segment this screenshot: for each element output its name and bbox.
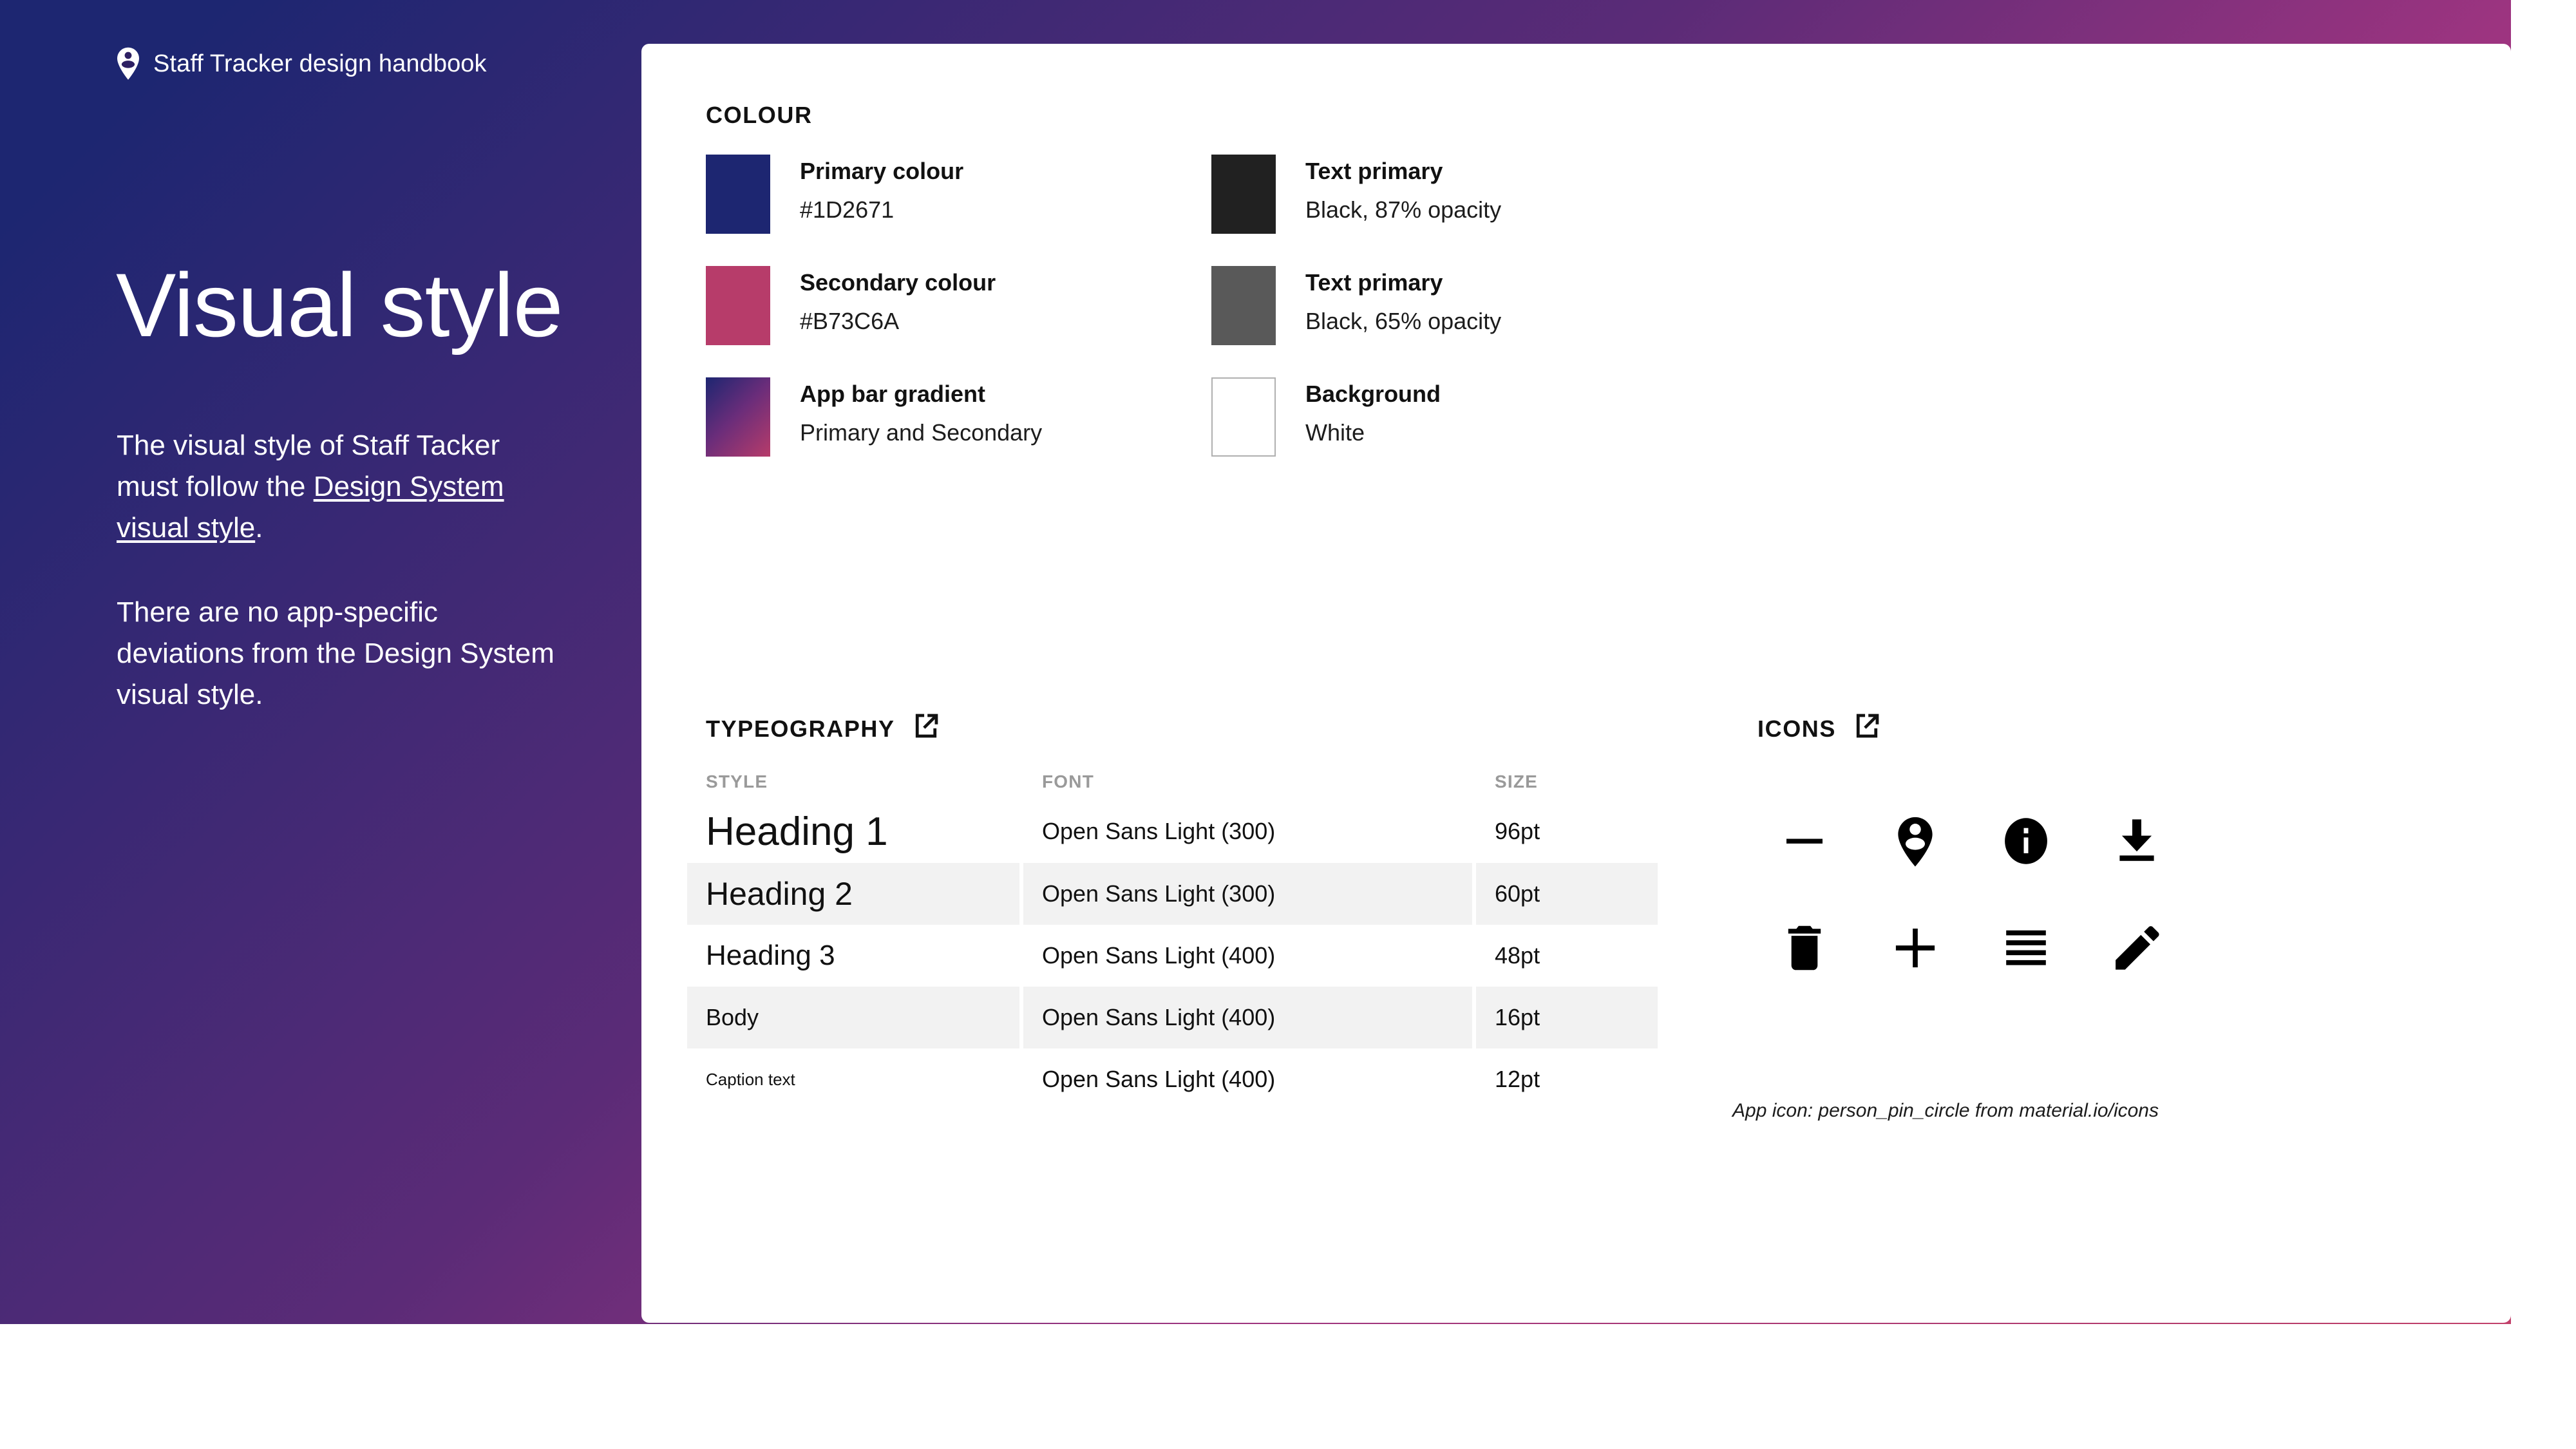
- column-header-style: STYLE: [706, 772, 768, 791]
- remove-icon[interactable]: [1749, 788, 1860, 895]
- colour-section-heading: COLOUR: [706, 102, 813, 129]
- add-icon[interactable]: [1860, 895, 1971, 1001]
- swatch-text-text-primary-65: Text primary Black, 65% opacity: [1305, 266, 1501, 335]
- type-sample: Heading 1: [706, 809, 888, 854]
- type-size: 16pt: [1476, 987, 1658, 1048]
- typography-table-header: STYLE FONT SIZE: [687, 764, 1650, 800]
- swatch-chip-background: [1211, 377, 1276, 457]
- icons-section-label: ICONS: [1757, 715, 1837, 742]
- brand-title: Staff Tracker design handbook: [153, 50, 487, 77]
- swatch-chip-primary: [706, 155, 770, 234]
- person-pin-icon: [115, 46, 142, 81]
- menu-icon[interactable]: [1971, 895, 2081, 1001]
- swatch-text-primary-87[interactable]: Text primary Black, 87% opacity: [1211, 155, 1717, 266]
- swatch-chip-secondary: [706, 266, 770, 345]
- swatch-text-text-primary-87: Text primary Black, 87% opacity: [1305, 155, 1501, 223]
- typography-table: STYLE FONT SIZE Heading 1 Open Sans Ligh…: [687, 764, 1658, 1110]
- type-size: 48pt: [1495, 942, 1540, 969]
- swatch-secondary-colour[interactable]: Secondary colour #B73C6A: [706, 266, 1211, 377]
- content-card: COLOUR Primary colour #1D2671 Text prima…: [641, 44, 2511, 1323]
- swatch-value: Primary and Secondary: [800, 419, 1043, 446]
- type-font: Open Sans Light (300): [1023, 863, 1472, 925]
- typography-section-label: TYPEOGRAPHY: [706, 715, 895, 742]
- table-row: Body Open Sans Light (400) 16pt: [687, 987, 1658, 1048]
- swatch-chip-app-bar-gradient: [706, 377, 770, 457]
- download-icon[interactable]: [2081, 788, 2192, 895]
- open-in-new-icon[interactable]: [912, 712, 940, 746]
- hero-paragraph-2: There are no app-specific deviations fro…: [117, 596, 554, 711]
- swatch-text-primary: Primary colour #1D2671: [800, 155, 963, 223]
- swatch-name: Secondary colour: [800, 269, 996, 296]
- hero-panel: Staff Tracker design handbook Visual sty…: [0, 0, 641, 1324]
- page-title: Visual style: [116, 254, 564, 355]
- swatch-name: Text primary: [1305, 158, 1443, 184]
- swatch-value: Black, 65% opacity: [1305, 308, 1502, 335]
- open-in-new-icon[interactable]: [1853, 712, 1881, 746]
- table-row: Heading 3 Open Sans Light (400) 48pt: [687, 925, 1650, 987]
- table-row: Caption text Open Sans Light (400) 12pt: [687, 1048, 1650, 1110]
- swatch-value: #B73C6A: [800, 308, 900, 335]
- type-sample: Heading 3: [706, 940, 835, 971]
- swatch-value: Black, 87% opacity: [1305, 196, 1502, 223]
- column-header-font: FONT: [1042, 772, 1095, 791]
- table-row: Heading 1 Open Sans Light (300) 96pt: [687, 800, 1650, 863]
- swatch-text-secondary: Secondary colour #B73C6A: [800, 266, 996, 335]
- edit-icon[interactable]: [2081, 895, 2192, 1001]
- swatch-chip-text-primary-65: [1211, 266, 1276, 345]
- type-size: 60pt: [1476, 863, 1658, 925]
- colour-swatch-grid: Primary colour #1D2671 Text primary Blac…: [706, 155, 1717, 489]
- delete-icon[interactable]: [1749, 895, 1860, 1001]
- brand-row[interactable]: Staff Tracker design handbook: [115, 46, 487, 81]
- hero-paragraph-1-text-after: .: [255, 512, 263, 544]
- type-sample: Heading 2: [687, 863, 1019, 925]
- page-root: Staff Tracker design handbook Visual sty…: [0, 0, 2576, 1449]
- swatch-text-primary-65[interactable]: Text primary Black, 65% opacity: [1211, 266, 1717, 377]
- type-font: Open Sans Light (400): [1042, 942, 1276, 969]
- typography-section-heading: TYPEOGRAPHY: [706, 712, 940, 746]
- type-sample: Caption text: [706, 1069, 795, 1089]
- type-font: Open Sans Light (400): [1042, 1066, 1276, 1092]
- hero-body: The visual style of Staff Tacker must fo…: [117, 425, 567, 715]
- swatch-name: Primary colour: [800, 158, 964, 184]
- type-font: Open Sans Light (400): [1023, 987, 1472, 1048]
- person-pin-icon[interactable]: [1860, 788, 1971, 895]
- hero-paragraph-1: The visual style of Staff Tacker must fo…: [117, 425, 567, 549]
- colour-section-label: COLOUR: [706, 102, 813, 128]
- swatch-app-bar-gradient[interactable]: App bar gradient Primary and Secondary: [706, 377, 1211, 489]
- icons-section-heading: ICONS: [1757, 712, 1881, 746]
- swatch-chip-text-primary-87: [1211, 155, 1276, 234]
- column-header-size: SIZE: [1495, 772, 1539, 791]
- info-icon[interactable]: [1971, 788, 2081, 895]
- icon-grid: [1749, 788, 2192, 1001]
- type-sample: Body: [687, 987, 1019, 1048]
- swatch-background[interactable]: Background White: [1211, 377, 1717, 489]
- type-size: 96pt: [1495, 818, 1540, 844]
- swatch-value: White: [1305, 419, 1365, 446]
- type-font: Open Sans Light (300): [1042, 818, 1276, 844]
- swatch-text-background: Background White: [1305, 377, 1441, 446]
- swatch-value: #1D2671: [800, 196, 895, 223]
- swatch-text-app-bar-gradient: App bar gradient Primary and Secondary: [800, 377, 1042, 446]
- icons-caption: App icon: person_pin_circle from materia…: [1732, 1100, 2159, 1121]
- swatch-primary-colour[interactable]: Primary colour #1D2671: [706, 155, 1211, 266]
- swatch-name: Text primary: [1305, 269, 1443, 296]
- table-row: Heading 2 Open Sans Light (300) 60pt: [687, 863, 1658, 925]
- swatch-name: Background: [1305, 381, 1441, 407]
- swatch-name: App bar gradient: [800, 381, 986, 407]
- type-size: 12pt: [1495, 1066, 1540, 1092]
